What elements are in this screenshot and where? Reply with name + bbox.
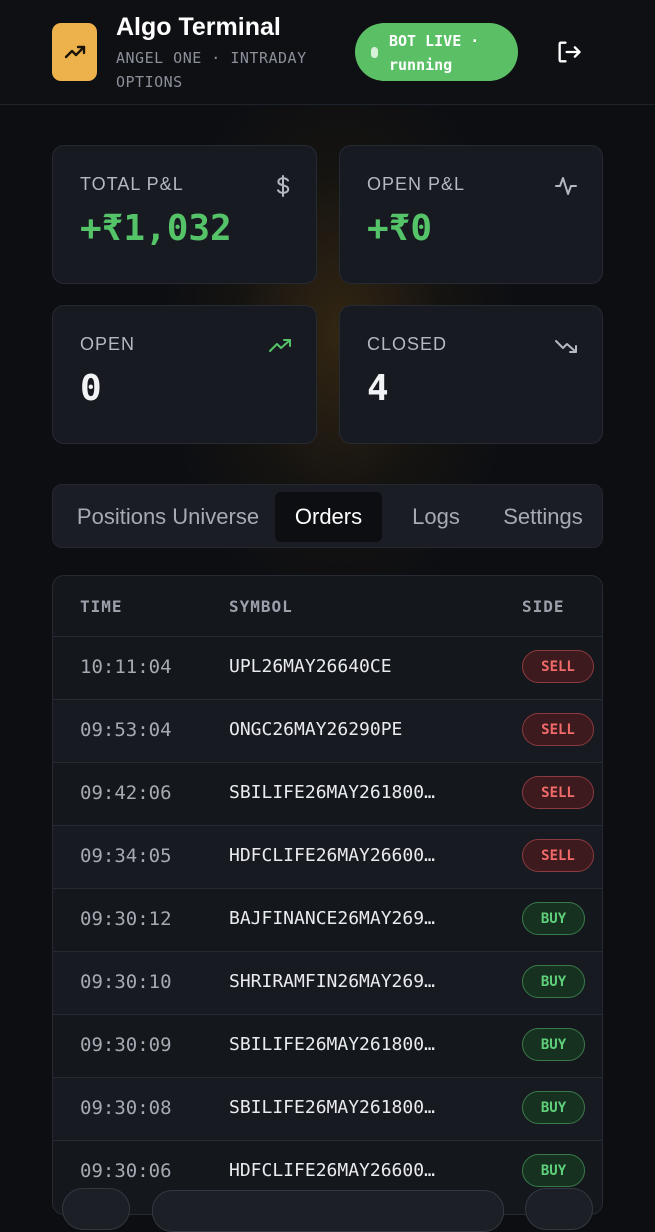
open-count-value: 0 [80,368,102,409]
order-symbol: SBILIFE26MAY261800… [229,1097,435,1118]
total-pnl-value: +₹1,032 [80,208,232,249]
app-subtitle: ANGEL ONE · INTRADAY OPTIONS [116,49,307,91]
table-row[interactable]: 10:11:04 UPL26MAY26640CE SELL [53,636,602,699]
app-title: Algo Terminal [116,13,281,41]
order-time: 09:53:04 [80,719,172,741]
order-time: 09:34:05 [80,845,172,867]
open-pnl-value: +₹0 [367,208,433,249]
app-logo [52,23,97,81]
order-symbol: SBILIFE26MAY261800… [229,782,435,803]
sell-badge: SELL [522,650,594,683]
table-row[interactable]: 09:30:09 SBILIFE26MAY261800… BUY [53,1014,602,1077]
order-time: 09:42:06 [80,782,172,804]
table-header: TIME SYMBOL SIDE [53,576,602,636]
order-symbol: HDFCLIFE26MAY26600… [229,1160,435,1181]
order-time: 09:30:06 [80,1160,172,1182]
table-row[interactable]: 09:34:05 HDFCLIFE26MAY26600… SELL [53,825,602,888]
closed-count-value: 4 [367,368,389,409]
order-time: 10:11:04 [80,656,172,678]
logout-button[interactable] [555,38,583,66]
status-dot-icon [371,47,378,58]
activity-icon [554,174,578,203]
tab-settings[interactable]: Settings [493,492,593,542]
bot-status-text: BOT LIVE · running [389,32,480,74]
table-row[interactable]: 09:30:12 BAJFINANCE26MAY269… BUY [53,888,602,951]
closed-count-label: CLOSED [367,334,448,354]
logout-icon [558,41,581,63]
column-header-time: TIME [80,597,123,616]
orders-table: TIME SYMBOL SIDE 10:11:04 UPL26MAY26640CE… [52,575,603,1215]
tab-bar: Positions Universe Orders Logs Settings [52,484,603,548]
trending-up-icon [64,45,85,59]
open-count-label: OPEN [80,334,136,354]
order-time: 09:30:10 [80,971,172,993]
column-header-symbol: SYMBOL [229,597,293,616]
order-time: 09:30:09 [80,1034,172,1056]
order-time: 09:30:12 [80,908,172,930]
dollar-icon [274,174,292,203]
column-header-side: SIDE [522,597,565,616]
trending-up-icon [268,334,292,363]
buy-badge: BUY [522,902,585,935]
closed-count-card: CLOSED 4 [339,305,603,444]
order-symbol: ONGC26MAY26290PE [229,719,403,740]
buy-badge: BUY [522,1154,585,1187]
left-nav-button[interactable] [62,1188,130,1230]
sell-badge: SELL [522,713,594,746]
total-pnl-label: TOTAL P&L [80,174,184,194]
open-pnl-card: OPEN P&L +₹0 [339,145,603,284]
tab-logs[interactable]: Logs [396,492,476,542]
bottom-nav-bar[interactable] [152,1190,504,1232]
order-symbol: HDFCLIFE26MAY26600… [229,845,435,866]
tab-orders[interactable]: Orders [275,492,382,542]
order-time: 09:30:08 [80,1097,172,1119]
buy-badge: BUY [522,1091,585,1124]
open-pnl-label: OPEN P&L [367,174,466,194]
right-nav-button[interactable] [525,1188,593,1230]
buy-badge: BUY [522,965,585,998]
app-header: Algo Terminal ANGEL ONE · INTRADAY OPTIO… [0,0,655,105]
order-symbol: SHRIRAMFIN26MAY269… [229,971,435,992]
order-symbol: SBILIFE26MAY261800… [229,1034,435,1055]
buy-badge: BUY [522,1028,585,1061]
bot-status-badge[interactable]: BOT LIVE · running [355,23,518,81]
sell-badge: SELL [522,776,594,809]
order-symbol: UPL26MAY26640CE [229,656,392,677]
table-row[interactable]: 09:30:10 SHRIRAMFIN26MAY269… BUY [53,951,602,1014]
trending-down-icon [554,334,578,363]
table-row[interactable]: 09:42:06 SBILIFE26MAY261800… SELL [53,762,602,825]
total-pnl-card: TOTAL P&L +₹1,032 [52,145,317,284]
table-row[interactable]: 09:53:04 ONGC26MAY26290PE SELL [53,699,602,762]
table-row[interactable]: 09:30:08 SBILIFE26MAY261800… BUY [53,1077,602,1140]
open-count-card: OPEN 0 [52,305,317,444]
order-symbol: BAJFINANCE26MAY269… [229,908,435,929]
sell-badge: SELL [522,839,594,872]
tab-positions-universe[interactable]: Positions Universe [68,492,268,542]
